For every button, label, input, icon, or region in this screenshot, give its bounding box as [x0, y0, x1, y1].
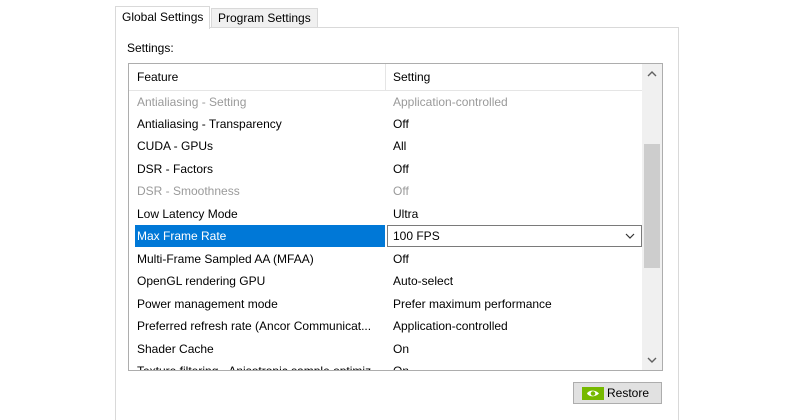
table-row[interactable]: Power management mode Prefer maximum per…	[129, 293, 642, 315]
feature-setting: Off	[393, 162, 409, 176]
settings-grid: Feature Setting Antialiasing - Setting A…	[128, 63, 663, 371]
grid-rows: Antialiasing - Setting Application-contr…	[129, 91, 642, 371]
table-row[interactable]: Multi-Frame Sampled AA (MFAA) Off	[129, 248, 642, 270]
feature-name: Antialiasing - Transparency	[137, 117, 282, 131]
feature-name: Shader Cache	[137, 342, 214, 356]
feature-name: CUDA - GPUs	[137, 139, 214, 153]
scroll-down-arrow-icon[interactable]	[642, 350, 662, 370]
feature-setting: Application-controlled	[393, 95, 508, 109]
table-row[interactable]: DSR - Smoothness Off	[129, 180, 642, 202]
scroll-up-arrow-icon[interactable]	[642, 64, 662, 84]
feature-setting: Off	[393, 117, 409, 131]
settings-label: Settings:	[127, 41, 174, 55]
restore-button-label: Restore	[607, 386, 650, 400]
feature-name: Low Latency Mode	[137, 207, 238, 221]
chevron-down-icon[interactable]	[625, 231, 635, 241]
feature-name: Preferred refresh rate (Ancor Communicat…	[137, 319, 372, 333]
feature-setting: Auto-select	[393, 274, 454, 288]
feature-name: Power management mode	[137, 297, 278, 311]
table-row-selected[interactable]: Max Frame Rate 100 FPS	[129, 225, 642, 247]
table-row[interactable]: CUDA - GPUs All	[129, 135, 642, 157]
dropdown-value: 100 FPS	[393, 229, 440, 243]
feature-setting: Ultra	[393, 207, 419, 221]
column-divider[interactable]	[385, 64, 386, 90]
feature-setting: All	[393, 139, 407, 153]
feature-name: DSR - Smoothness	[137, 184, 240, 198]
scrollbar-thumb[interactable]	[644, 144, 660, 268]
vertical-scrollbar[interactable]	[642, 64, 662, 370]
feature-setting: Application-controlled	[393, 319, 508, 333]
table-row[interactable]: DSR - Factors Off	[129, 158, 642, 180]
nvidia-logo-icon	[582, 387, 604, 400]
feature-setting: Off	[393, 184, 409, 198]
feature-name: DSR - Factors	[137, 162, 214, 176]
feature-name: Multi-Frame Sampled AA (MFAA)	[137, 252, 314, 266]
table-row[interactable]: Antialiasing - Setting Application-contr…	[129, 91, 642, 113]
restore-button[interactable]: Restore	[573, 382, 662, 404]
feature-name: OpenGL rendering GPU	[137, 274, 266, 288]
column-header-setting[interactable]: Setting	[393, 64, 430, 90]
feature-setting: Prefer maximum performance	[393, 297, 552, 311]
grid-header: Feature Setting	[129, 64, 642, 91]
feature-setting: On	[393, 342, 410, 356]
table-row[interactable]: Low Latency Mode Ultra	[129, 203, 642, 225]
feature-name: Max Frame Rate	[135, 225, 385, 247]
table-row[interactable]: OpenGL rendering GPU Auto-select	[129, 270, 642, 292]
feature-name: Antialiasing - Setting	[137, 95, 247, 109]
feature-setting: On	[393, 364, 410, 371]
tab-global-settings[interactable]: Global Settings	[115, 6, 211, 29]
table-row[interactable]: Shader Cache On	[129, 338, 642, 360]
table-row[interactable]: Texture filtering - Anisotropic sample o…	[129, 360, 642, 371]
max-frame-rate-dropdown[interactable]: 100 FPS	[387, 225, 642, 247]
feature-name: Texture filtering - Anisotropic sample o…	[137, 364, 382, 371]
tab-program-settings[interactable]: Program Settings	[211, 8, 318, 27]
column-header-feature[interactable]: Feature	[137, 64, 178, 90]
feature-setting: Off	[393, 252, 409, 266]
table-row[interactable]: Antialiasing - Transparency Off	[129, 113, 642, 135]
table-row[interactable]: Preferred refresh rate (Ancor Communicat…	[129, 315, 642, 337]
